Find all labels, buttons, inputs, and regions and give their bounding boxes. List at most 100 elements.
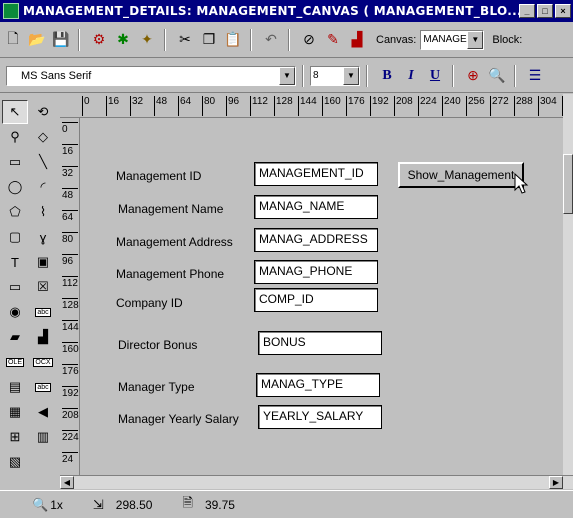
arc-icon[interactable]: ◜	[30, 175, 56, 199]
chevron-down-icon[interactable]: ▼	[467, 30, 484, 49]
line-icon[interactable]: ╲	[30, 150, 56, 174]
ruler-tick-label: 144	[298, 96, 317, 116]
text-icon[interactable]: T	[2, 250, 28, 274]
manager-yearly-salary-field[interactable]: YEARLY_SALARY	[258, 405, 382, 429]
rectangle-icon[interactable]: ▭	[2, 150, 28, 174]
ruler-tick-label: 96	[62, 254, 78, 267]
status-bar: 🔍 1x ⇲ 298.50 🗎 39.75	[0, 490, 573, 518]
ocx-icon[interactable]: OCX	[30, 350, 56, 374]
magnify-icon[interactable]: ⚲	[2, 125, 28, 149]
close-button[interactable]: ×	[555, 4, 571, 18]
text-item-icon[interactable]: abc	[30, 300, 56, 324]
image-icon[interactable]: ▰	[2, 325, 28, 349]
list-icon[interactable]: ▤	[2, 375, 28, 399]
chart-icon[interactable]: ▟	[346, 29, 368, 51]
toolbar-separator	[514, 64, 516, 87]
management-name-field[interactable]: MANAG_NAME	[254, 195, 378, 219]
align-icon[interactable]: ☰	[524, 65, 546, 87]
stacked-canvas-icon[interactable]: ▧	[2, 450, 28, 474]
mouse-cursor-icon	[514, 173, 529, 194]
run-form-icon[interactable]: ⚙	[88, 29, 110, 51]
font-select[interactable]: MS Sans Serif ▼	[6, 65, 296, 86]
ruler-tick-label: 64	[62, 210, 78, 223]
polyline-icon[interactable]: ⌇	[30, 200, 56, 224]
scroll-right-icon[interactable]: ▶	[549, 476, 563, 489]
radio-icon[interactable]: ◉	[2, 300, 28, 324]
save-icon[interactable]: 💾	[50, 29, 72, 51]
zoom-in-icon[interactable]: ⊕	[462, 65, 484, 87]
ruler-tick-label: 192	[370, 96, 389, 116]
undo-icon[interactable]: ↶	[260, 29, 282, 51]
chevron-down-icon[interactable]: ▼	[343, 66, 359, 85]
maximize-button[interactable]: □	[537, 4, 553, 18]
show-management-button[interactable]: Show_Management	[398, 162, 524, 188]
checkbox-icon[interactable]: ☒	[30, 275, 56, 299]
toolbar-separator	[250, 28, 252, 51]
ruler-tick-label: 208	[62, 408, 79, 421]
canvas-select[interactable]: MANAGE ▼	[420, 29, 485, 50]
clear-icon[interactable]: ⊘	[298, 29, 320, 51]
rounded-rect-icon[interactable]: ▢	[2, 225, 28, 249]
display-item-icon[interactable]: abc	[30, 375, 56, 399]
font-size-value: 8	[313, 70, 319, 81]
ruler-tick-label: 224	[418, 96, 437, 116]
manager-type-field[interactable]: MANAG_TYPE	[256, 373, 380, 397]
ruler-tick-label: 224	[62, 430, 79, 443]
open-folder-icon[interactable]: 📂	[26, 29, 48, 51]
director-bonus-field[interactable]: BONUS	[258, 331, 382, 355]
window-controls: _ □ ×	[519, 4, 571, 18]
cut-icon[interactable]: ✂	[174, 29, 196, 51]
management-phone-field[interactable]: MANAG_PHONE	[254, 260, 378, 284]
management-address-field[interactable]: MANAG_ADDRESS	[254, 228, 378, 252]
hierarchical-tree-icon[interactable]: ⊞	[2, 425, 28, 449]
rotate-icon[interactable]: ⟲	[30, 100, 56, 124]
italic-button[interactable]: I	[400, 65, 422, 87]
ruler-tick-label: 48	[154, 96, 167, 116]
select-arrow-icon[interactable]: ↖	[2, 100, 28, 124]
bold-button[interactable]: B	[376, 65, 398, 87]
chevron-down-icon[interactable]: ▼	[279, 66, 295, 85]
scroll-left-icon[interactable]: ◀	[60, 476, 74, 489]
bean-icon[interactable]: ▥	[30, 425, 56, 449]
ruler-tick-label: 32	[62, 166, 78, 179]
management-id-field[interactable]: MANAGEMENT_ID	[254, 162, 378, 186]
management-id-label: Management ID	[116, 169, 202, 183]
format-toolbar: MS Sans Serif ▼ 8 ▼ B I U ⊕ 🔍 ☰	[0, 59, 573, 93]
sound-icon[interactable]: ◀	[30, 400, 56, 424]
vbx-icon[interactable]: ▦	[2, 400, 28, 424]
zoom-out-icon[interactable]: 🔍	[486, 65, 508, 87]
layout-canvas[interactable]: Management ID MANAGEMENT_ID Management N…	[81, 118, 563, 475]
reshape-icon[interactable]: ◇	[30, 125, 56, 149]
vertical-scroll-thumb[interactable]	[563, 154, 573, 214]
edit-icon[interactable]: ✎	[322, 29, 344, 51]
font-size-select[interactable]: 8 ▼	[310, 65, 360, 86]
frame-icon[interactable]: ▣	[30, 250, 56, 274]
copy-icon[interactable]: ❐	[198, 29, 220, 51]
chart-icon[interactable]: ▟	[30, 325, 56, 349]
paste-icon[interactable]: 📋	[222, 29, 244, 51]
ruler-tick-label: 0	[62, 122, 78, 135]
font-select-value: MS Sans Serif	[21, 69, 92, 82]
debug-icon[interactable]: ✱	[112, 29, 134, 51]
toolbar-separator	[164, 28, 166, 51]
polygon-icon[interactable]: ⬠	[2, 200, 28, 224]
ole-icon[interactable]: OLE	[2, 350, 28, 374]
vertical-scrollbar[interactable]	[563, 94, 573, 489]
minimize-button[interactable]: _	[519, 4, 535, 18]
size-status: 🗎 39.75	[182, 494, 234, 516]
ruler-tick-label: 112	[250, 96, 268, 116]
underline-button[interactable]: U	[424, 65, 446, 87]
size-icon: 🗎	[182, 494, 193, 510]
button-icon[interactable]: ▭	[2, 275, 28, 299]
freehand-icon[interactable]: ɣ	[30, 225, 56, 249]
horizontal-scrollbar[interactable]: ◀ ▶	[60, 475, 573, 489]
toolbar-separator	[288, 28, 290, 51]
ruler-tick-label: 128	[274, 96, 293, 116]
ellipse-icon[interactable]: ◯	[2, 175, 28, 199]
toolbar-separator	[452, 64, 454, 87]
compile-icon[interactable]: ✦	[136, 29, 158, 51]
ruler-tick-label: 32	[130, 96, 143, 116]
manager-type-label: Manager Type	[118, 380, 195, 394]
company-id-field[interactable]: COMP_ID	[254, 288, 378, 312]
new-file-icon[interactable]: 🗋	[2, 29, 24, 51]
